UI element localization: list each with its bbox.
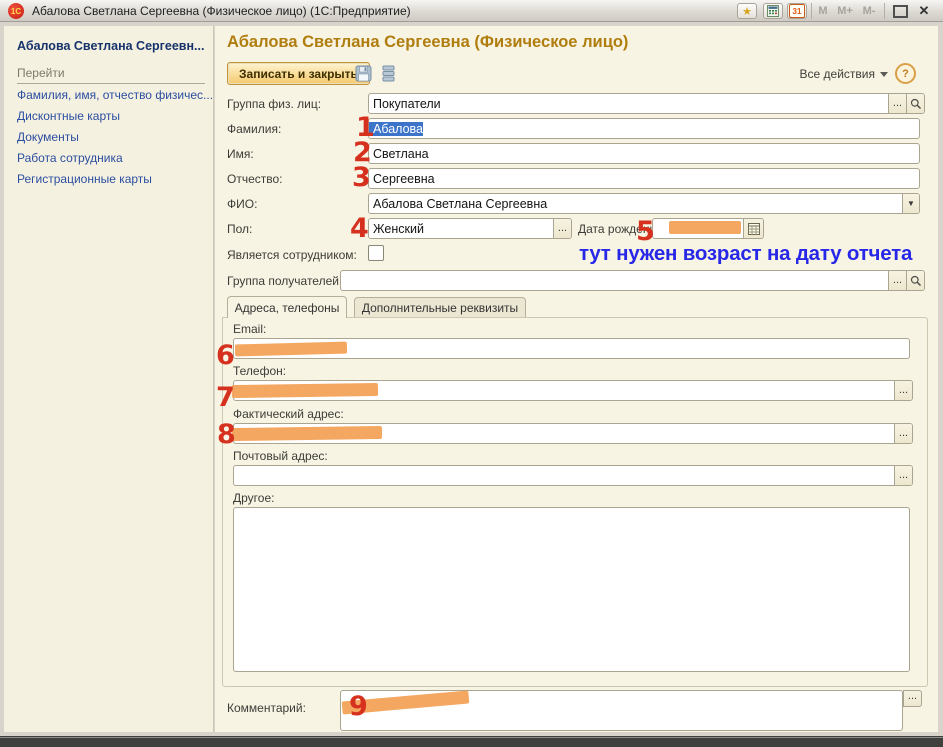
tab-label: Дополнительные реквизиты <box>362 301 518 315</box>
star-icon: ★ <box>742 5 752 18</box>
tab-addresses-phones[interactable]: Адреса, телефоны <box>227 296 347 318</box>
application-window: 1С Абалова Светлана Сергеевна (Физическо… <box>0 0 943 747</box>
discount-group-search-button[interactable] <box>906 271 924 290</box>
lastname-value: Абалова <box>369 122 423 136</box>
annotation-number-9: 9 <box>349 693 368 720</box>
tab-label: Адреса, телефоны <box>235 301 340 315</box>
main-pane: Абалова Светлана Сергеевна (Физическое л… <box>215 26 938 732</box>
list-icon <box>382 65 395 82</box>
group-field[interactable]: Покупатели ... <box>368 93 925 114</box>
email-label: Email: <box>233 322 266 336</box>
gender-field[interactable]: Женский ... <box>368 218 572 239</box>
annotation-number-8: 8 <box>217 421 236 448</box>
sidebar-item-registration-cards[interactable]: Регистрационные карты <box>17 172 152 186</box>
firstname-label: Имя: <box>227 147 254 161</box>
favorites-icon[interactable]: ★ <box>737 3 757 19</box>
is-employee-checkbox[interactable] <box>368 245 384 261</box>
all-actions-button[interactable]: Все действия <box>800 67 888 81</box>
other-label: Другое: <box>233 491 274 505</box>
chevron-down-icon <box>880 72 888 77</box>
search-icon <box>910 98 922 110</box>
fullname-field[interactable]: Абалова Светлана Сергеевна ▼ <box>368 193 920 214</box>
memory-m-button[interactable]: M <box>816 3 830 19</box>
redaction-birthdate <box>669 221 741 234</box>
sidebar-item-documents[interactable]: Документы <box>17 130 79 144</box>
lastname-label: Фамилия: <box>227 122 281 136</box>
sidebar: Абалова Светлана Сергеевн... Перейти Фам… <box>4 26 214 732</box>
group-label: Группа физ. лиц: <box>227 97 321 111</box>
birthdate-calendar-button[interactable] <box>743 219 763 238</box>
sidebar-nav-header: Перейти <box>17 66 205 84</box>
actual-address-ellipsis-button[interactable]: ... <box>894 424 912 443</box>
page-title: Абалова Светлана Сергеевна (Физическое л… <box>227 33 628 52</box>
annotation-number-3: 3 <box>352 164 371 191</box>
middlename-value: Сергеевна <box>369 172 435 186</box>
gender-ellipsis-button[interactable]: ... <box>553 219 571 238</box>
redaction-phone <box>232 383 378 398</box>
help-button[interactable]: ? <box>895 63 916 84</box>
phone-label: Телефон: <box>233 364 286 378</box>
annotation-number-6: 6 <box>216 342 235 369</box>
save-and-close-button[interactable]: Записать и закрыть <box>227 62 370 85</box>
show-list-button[interactable] <box>378 64 398 83</box>
close-button[interactable]: ✕ <box>914 3 934 19</box>
tab-additional-attributes[interactable]: Дополнительные реквизиты <box>354 297 526 318</box>
gender-value: Женский <box>369 222 424 236</box>
middlename-label: Отчество: <box>227 172 283 186</box>
sidebar-item-discount-cards[interactable]: Дисконтные карты <box>17 109 120 123</box>
chevron-down-icon: ▼ <box>907 199 915 208</box>
comment-ellipsis-button[interactable]: ... <box>903 690 922 707</box>
close-icon: ✕ <box>919 3 930 19</box>
sidebar-item-name-history[interactable]: Фамилия, имя, отчество физичес... <box>17 88 213 102</box>
sidebar-record-title: Абалова Светлана Сергеевн... <box>17 39 207 53</box>
discount-group-ellipsis-button[interactable]: ... <box>888 271 906 290</box>
postal-address-label: Почтовый адрес: <box>233 449 328 463</box>
save-button[interactable] <box>353 64 373 83</box>
maximize-icon <box>893 5 908 18</box>
search-icon <box>910 275 922 287</box>
annotation-number-5: 5 <box>636 218 655 245</box>
annotation-note: тут нужен возраст на дату отчета <box>579 242 912 266</box>
gender-label: Пол: <box>227 222 252 236</box>
all-actions-label: Все действия <box>800 67 875 81</box>
calculator-glyph <box>767 5 779 17</box>
app-logo-icon: 1С <box>8 3 24 19</box>
comment-label: Комментарий: <box>227 701 306 715</box>
fullname-value: Абалова Светлана Сергеевна <box>369 197 547 211</box>
firstname-field[interactable]: Светлана <box>368 143 920 164</box>
titlebar-separator <box>884 3 885 19</box>
annotation-number-4: 4 <box>350 215 369 242</box>
group-value: Покупатели <box>369 97 441 111</box>
calendar-icon[interactable]: 31 <box>787 3 807 19</box>
calendar-day: 31 <box>789 4 805 18</box>
date-picker-icon <box>748 223 760 235</box>
group-ellipsis-button[interactable]: ... <box>888 94 906 113</box>
phone-ellipsis-button[interactable]: ... <box>894 381 912 400</box>
postal-address-ellipsis-button[interactable]: ... <box>894 466 912 485</box>
lastname-field[interactable]: Абалова <box>368 118 920 139</box>
fullname-label: ФИО: <box>227 197 257 211</box>
window-bottom-edge <box>0 737 943 747</box>
redaction-address <box>232 426 382 441</box>
group-search-button[interactable] <box>906 94 924 113</box>
fullname-dropdown-button[interactable]: ▼ <box>902 194 919 213</box>
postal-address-field[interactable]: ... <box>233 465 913 486</box>
memory-m-plus-button[interactable]: M+ <box>834 3 856 19</box>
titlebar-separator <box>811 3 812 19</box>
firstname-value: Светлана <box>369 147 429 161</box>
memory-m-minus-button[interactable]: M- <box>858 3 880 19</box>
other-textarea[interactable] <box>233 507 910 672</box>
titlebar: 1С Абалова Светлана Сергеевна (Физическо… <box>0 0 943 22</box>
sidebar-item-employee-work[interactable]: Работа сотрудника <box>17 151 123 165</box>
middlename-field[interactable]: Сергеевна <box>368 168 920 189</box>
annotation-number-7: 7 <box>216 384 235 411</box>
actual-address-label: Фактический адрес: <box>233 407 344 421</box>
window-title: Абалова Светлана Сергеевна (Физическое л… <box>32 4 411 18</box>
is-employee-label: Является сотрудником: <box>227 248 357 262</box>
calculator-icon[interactable] <box>763 3 783 19</box>
floppy-icon <box>355 65 372 82</box>
maximize-button[interactable] <box>890 3 910 19</box>
discount-group-field[interactable]: ... <box>340 270 925 291</box>
